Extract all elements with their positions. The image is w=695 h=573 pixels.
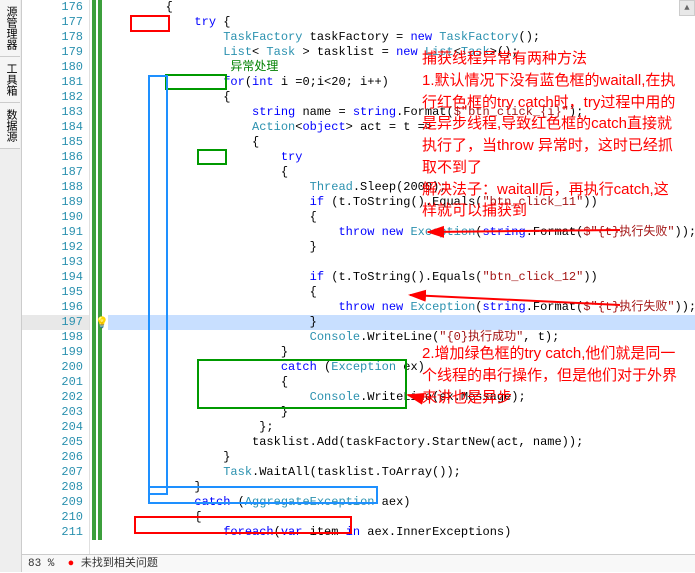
line-number-gutter: 1761771781791801811821831841851861871881… [22, 0, 90, 572]
line-number: 199 [22, 345, 89, 360]
code-line[interactable]: } [108, 480, 695, 495]
code-line[interactable]: { [108, 510, 695, 525]
line-number: 196 [22, 300, 89, 315]
line-number: 210 [22, 510, 89, 525]
line-number: 209 [22, 495, 89, 510]
line-number: 182 [22, 90, 89, 105]
tab-explorer[interactable]: 源管理器 [0, 0, 20, 57]
line-number: 190 [22, 210, 89, 225]
code-line[interactable]: { [108, 0, 695, 15]
line-number: 208 [22, 480, 89, 495]
code-line[interactable]: Task.WaitAll(tasklist.ToArray()); [108, 465, 695, 480]
code-line[interactable]: try { [108, 15, 695, 30]
code-line[interactable] [108, 255, 695, 270]
code-line[interactable]: { [108, 285, 695, 300]
tab-datasource[interactable]: 数据源 [0, 103, 20, 149]
code-line[interactable]: throw new Exception(string.Format($"{t}执… [108, 300, 695, 315]
line-number: 184 [22, 120, 89, 135]
line-number: 191 [22, 225, 89, 240]
line-number: 192 [22, 240, 89, 255]
code-line[interactable]: tasklist.Add(taskFactory.StartNew(act, n… [108, 435, 695, 450]
line-number: 178 [22, 30, 89, 45]
line-number: 194 [22, 270, 89, 285]
line-number: 206 [22, 450, 89, 465]
tab-toolbox[interactable]: 工具箱 [0, 57, 20, 103]
line-number: 202 [22, 390, 89, 405]
error-icon: ● [68, 558, 75, 570]
line-number: 197 [22, 315, 89, 330]
line-number: 186 [22, 150, 89, 165]
error-text: 未找到相关问题 [81, 558, 158, 570]
code-line[interactable]: foreach(var item in aex.InnerExceptions) [108, 525, 695, 540]
annotation-text-1: 捕获线程异常有两种方法 1.默认情况下没有蓝色框的waitall,在执行红色框的… [422, 48, 682, 222]
lightbulb-icon[interactable]: 💡 [95, 316, 109, 330]
line-number: 203 [22, 405, 89, 420]
line-number: 181 [22, 75, 89, 90]
line-number: 189 [22, 195, 89, 210]
line-number: 207 [22, 465, 89, 480]
line-number: 200 [22, 360, 89, 375]
scroll-up-button[interactable]: ▲ [679, 0, 695, 16]
code-line[interactable]: if (t.ToString().Equals("btn_click_12")) [108, 270, 695, 285]
code-line[interactable]: } [108, 315, 695, 330]
line-number: 180 [22, 60, 89, 75]
line-number: 177 [22, 15, 89, 30]
sidebar-tool-tabs: 源管理器 工具箱 数据源 [0, 0, 22, 572]
line-number: 193 [22, 255, 89, 270]
status-bar: 83 % ● 未找到相关问题 [22, 554, 695, 572]
line-number: 211 [22, 525, 89, 540]
line-number: 201 [22, 375, 89, 390]
zoom-level[interactable]: 83 % [28, 558, 54, 570]
line-number: 195 [22, 285, 89, 300]
code-line[interactable]: TaskFactory taskFactory = new TaskFactor… [108, 30, 695, 45]
line-number: 204 [22, 420, 89, 435]
code-line[interactable]: } [108, 240, 695, 255]
code-line[interactable]: throw new Exception(string.Format($"{t}执… [108, 225, 695, 240]
change-marker-column [90, 0, 108, 572]
line-number: 198 [22, 330, 89, 345]
code-line[interactable]: }; [108, 420, 695, 435]
code-line[interactable]: } [108, 450, 695, 465]
line-number: 187 [22, 165, 89, 180]
line-number: 185 [22, 135, 89, 150]
line-number: 179 [22, 45, 89, 60]
annotation-text-2: 2.增加绿色框的try catch,他们就是同一个线程的串行操作，但是他们对于外… [422, 343, 682, 408]
line-number: 188 [22, 180, 89, 195]
line-number: 205 [22, 435, 89, 450]
line-number: 183 [22, 105, 89, 120]
code-line[interactable]: catch (AggregateException aex) [108, 495, 695, 510]
line-number: 176 [22, 0, 89, 15]
